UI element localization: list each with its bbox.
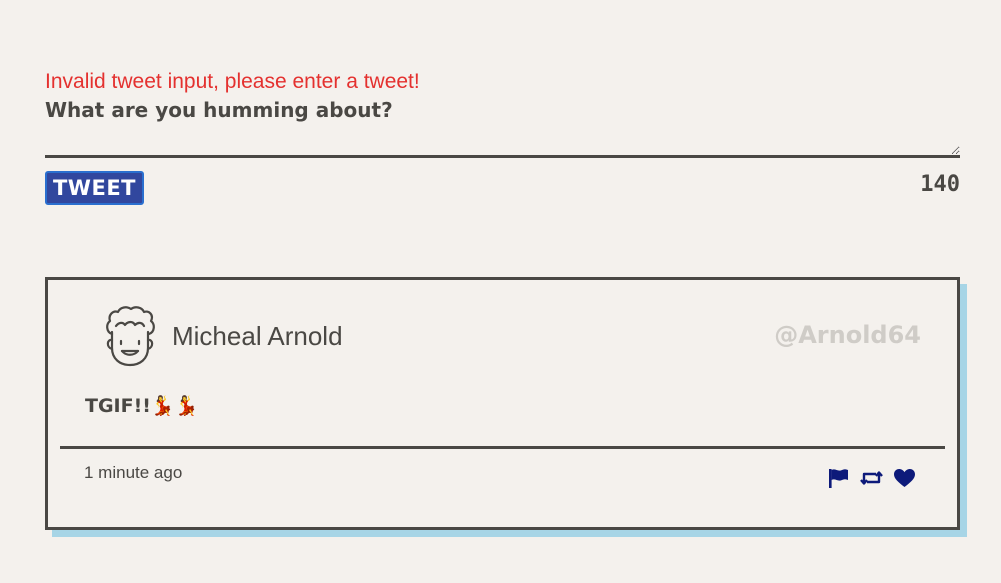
tweet-input[interactable] — [45, 124, 960, 158]
avatar — [98, 304, 162, 370]
user-handle: @Arnold64 — [774, 321, 921, 349]
char-counter: 140 — [920, 172, 960, 197]
heart-icon[interactable] — [892, 467, 917, 489]
error-message: Invalid tweet input, please enter a twee… — [45, 70, 420, 93]
card-divider — [60, 446, 945, 449]
tweet-text: TGIF!!💃💃 — [85, 395, 199, 417]
compose-actions: TWEET 140 — [45, 171, 960, 211]
tweet-compose-form: Invalid tweet input, please enter a twee… — [45, 68, 960, 211]
tweet-actions — [826, 467, 917, 489]
flag-icon[interactable] — [826, 467, 851, 489]
tweet-card-body: Micheal Arnold @Arnold64 TGIF!!💃💃 1 minu… — [45, 277, 960, 530]
timestamp: 1 minute ago — [84, 463, 183, 482]
compose-prompt-label: What are you humming about? — [45, 98, 393, 122]
tweet-card: Micheal Arnold @Arnold64 TGIF!!💃💃 1 minu… — [45, 277, 967, 537]
tweet-button[interactable]: TWEET — [45, 171, 144, 205]
retweet-icon[interactable] — [859, 467, 884, 489]
user-name: Micheal Arnold — [172, 321, 343, 351]
